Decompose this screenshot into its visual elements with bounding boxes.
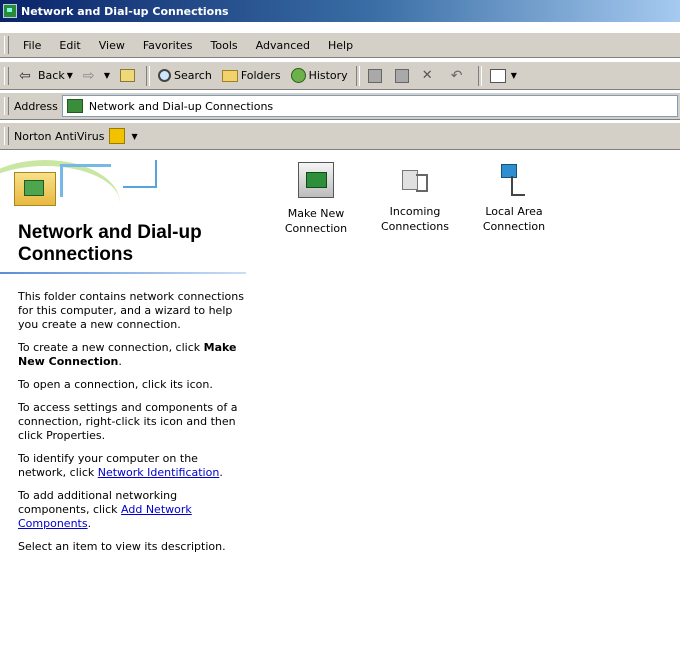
local-area-connection-icon: [497, 162, 531, 196]
pane-description: This folder contains network connections…: [18, 290, 246, 563]
search-button[interactable]: Search: [153, 65, 217, 87]
address-bar: Address Network and Dial-up Connections: [0, 92, 680, 120]
info-pane: Network and Dial-up Connections This fol…: [0, 150, 246, 672]
nortonbar-grip[interactable]: [4, 127, 9, 145]
norton-dropdown-icon[interactable]: ▼: [131, 132, 137, 141]
menu-view[interactable]: View: [90, 39, 134, 52]
description-paragraph: To access settings and components of a c…: [18, 401, 238, 442]
text-span: .: [219, 466, 223, 479]
back-arrow-icon: [19, 68, 35, 84]
description-paragraph: To add additional networking components,…: [18, 489, 246, 531]
address-value: Network and Dial-up Connections: [88, 99, 274, 113]
menu-edit[interactable]: Edit: [50, 39, 89, 52]
item-label: Make New Connection: [284, 207, 348, 235]
description-paragraph: To open a connection, click its icon.: [18, 378, 213, 391]
item-local-area-connection[interactable]: Local Area Connection: [471, 158, 557, 234]
menu-help[interactable]: Help: [319, 39, 362, 52]
pane-banner: [0, 150, 246, 210]
up-folder-icon: [120, 69, 136, 82]
search-label: Search: [174, 69, 212, 82]
search-icon: [158, 69, 172, 82]
window-title: Network and Dial-up Connections: [21, 4, 229, 18]
incoming-connections-icon: [398, 162, 432, 196]
views-dropdown-icon[interactable]: ▼: [511, 71, 517, 80]
move-to-icon: [367, 68, 382, 83]
network-folder-icon: [3, 4, 17, 18]
copy-to-icon: [394, 68, 409, 83]
toolbar-grip[interactable]: [4, 66, 9, 85]
undo-icon: [451, 68, 467, 84]
copy-to-button[interactable]: [390, 65, 417, 87]
folders-button[interactable]: Folders: [217, 65, 286, 87]
text-span: .: [87, 517, 92, 530]
back-label: Back: [38, 69, 65, 82]
menu-advanced[interactable]: Advanced: [247, 39, 319, 52]
description-paragraph: Select an item to view its description.: [18, 540, 226, 553]
menubar-grip[interactable]: [4, 36, 9, 54]
toolbar-separator: [355, 65, 360, 86]
folders-label: Folders: [240, 69, 281, 82]
page-title: Network and Dial-up Connections: [18, 222, 202, 265]
menu-bar: File Edit View Favorites Tools Advanced …: [0, 32, 680, 58]
make-new-connection-icon: [298, 162, 334, 198]
folders-icon: [221, 69, 238, 82]
title-bar: Network and Dial-up Connections: [0, 0, 680, 22]
address-label: Address: [14, 99, 58, 113]
forward-button[interactable]: ▼: [78, 65, 115, 87]
banner-decoration: [60, 164, 111, 197]
text-span: To create a new connection, click: [18, 341, 204, 354]
item-make-new-connection[interactable]: Make New Connection: [273, 158, 359, 236]
toolbar-separator: [146, 65, 151, 86]
undo-button[interactable]: [446, 65, 475, 87]
back-button[interactable]: Back ▼: [14, 65, 78, 87]
move-to-button[interactable]: [363, 65, 390, 87]
menu-file[interactable]: File: [14, 39, 50, 52]
back-dropdown-icon[interactable]: ▼: [67, 71, 73, 80]
network-identification-link[interactable]: Network Identification: [98, 466, 220, 479]
description-paragraph: To identify your computer on the network…: [18, 452, 246, 480]
norton-antivirus-icon[interactable]: [109, 128, 126, 144]
item-label: Local Area Connection: [482, 205, 546, 233]
address-input[interactable]: Network and Dial-up Connections: [61, 95, 678, 117]
views-icon: [489, 68, 506, 83]
title-divider: [0, 272, 246, 274]
network-folder-icon: [66, 99, 83, 113]
forward-arrow-icon: [83, 68, 99, 84]
text-span: .: [118, 355, 122, 368]
history-icon: [290, 68, 306, 83]
forward-dropdown-icon[interactable]: ▼: [104, 71, 110, 80]
delete-icon: [422, 68, 438, 84]
menu-favorites[interactable]: Favorites: [134, 39, 202, 52]
addressbar-grip[interactable]: [4, 97, 9, 115]
delete-button[interactable]: [417, 65, 446, 87]
description-paragraph: This folder contains network connections…: [18, 290, 244, 331]
toolbar-separator: [477, 65, 482, 86]
item-incoming-connections[interactable]: Incoming Connections: [372, 158, 458, 234]
up-button[interactable]: [115, 65, 143, 87]
history-label: History: [308, 69, 348, 82]
standard-toolbar: Back ▼ ▼ Search Folders History ▼: [0, 61, 680, 90]
views-button[interactable]: ▼: [485, 65, 522, 87]
history-button[interactable]: History: [286, 65, 353, 87]
menu-tools[interactable]: Tools: [202, 39, 247, 52]
norton-label: Norton AntiVirus: [14, 129, 105, 143]
banner-decoration: [123, 160, 157, 188]
item-label: Incoming Connections: [381, 205, 449, 233]
norton-toolbar: Norton AntiVirus ▼: [0, 122, 680, 150]
description-paragraph: To create a new connection, click Make N…: [18, 341, 246, 369]
network-folder-icon: [14, 172, 56, 206]
